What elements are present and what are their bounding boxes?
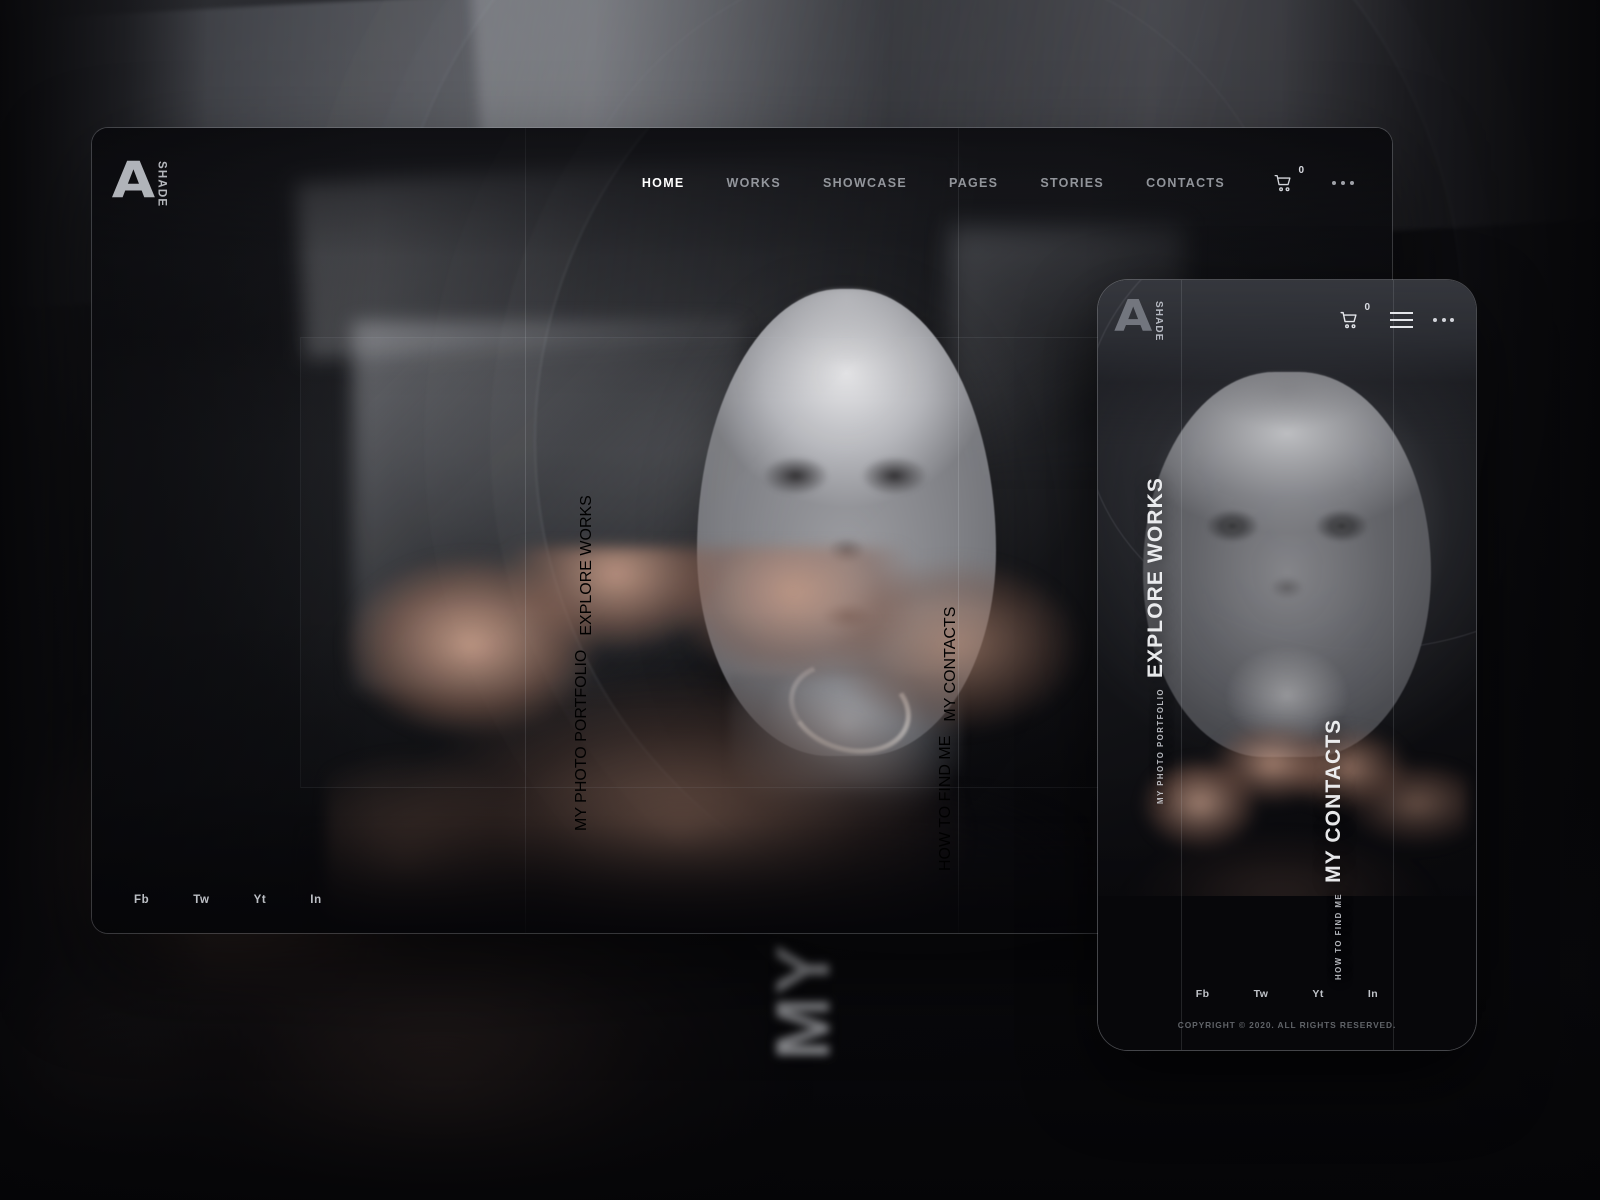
nav-item-pages[interactable]: PAGES <box>928 168 1019 198</box>
mobile-hero-right-title: MY CONTACTS <box>1322 718 1345 883</box>
desktop-hero-my-contacts[interactable]: HOW TO FIND ME MY CONTACTS <box>937 607 960 871</box>
desktop-hero-right-title: MY CONTACTS <box>942 606 959 722</box>
social-link-youtube[interactable]: Yt <box>232 886 289 914</box>
nav-item-stories[interactable]: STORIES <box>1019 168 1125 198</box>
mobile-footer: Fb Tw Yt In COPYRIGHT © 2020. ALL RIGHTS… <box>1098 968 1476 1050</box>
ellipsis-icon-dot-3 <box>1350 181 1354 185</box>
mobile-hero-portrait-details <box>1143 372 1431 758</box>
desktop-header: A SHADE HOME WORKS SHOWCASE PAGES STORIE… <box>92 128 1392 238</box>
ellipsis-icon-dot-1 <box>1332 181 1336 185</box>
shopping-cart-icon <box>1339 311 1357 328</box>
nav-item-works[interactable]: WORKS <box>706 168 802 198</box>
desktop-grid-line-1 <box>524 128 526 933</box>
cart-count-badge: 0 <box>1298 165 1304 176</box>
nav-item-contacts[interactable]: CONTACTS <box>1125 168 1246 198</box>
mobile-site-logo[interactable]: A SHADE <box>1114 290 1165 342</box>
mobile-logo-wordmark: SHADE <box>1153 300 1165 342</box>
desktop-more-menu-button[interactable] <box>1328 173 1358 193</box>
ellipsis-icon-dot-3 <box>1450 318 1454 322</box>
shopping-cart-icon <box>1274 174 1291 191</box>
social-link-instagram[interactable]: In <box>288 886 343 914</box>
nav-item-showcase[interactable]: SHOWCASE <box>802 168 928 198</box>
mobile-hero-explore-works[interactable]: MY PHOTO PORTFOLIO EXPLORE WORKS <box>1144 477 1168 804</box>
social-link-twitter[interactable]: Tw <box>171 886 231 914</box>
mobile-cart-count-badge: 0 <box>1364 302 1370 313</box>
mobile-header: A SHADE 0 <box>1098 280 1476 360</box>
mobile-social-link-twitter[interactable]: Tw <box>1232 984 1291 1004</box>
desktop-hero-left-eyebrow: MY PHOTO PORTFOLIO <box>573 649 590 831</box>
mobile-copyright-text: COPYRIGHT © 2020. ALL RIGHTS RESERVED. <box>1177 1020 1397 1030</box>
mobile-social-link-youtube[interactable]: Yt <box>1290 984 1346 1004</box>
desktop-main-nav: HOME WORKS SHOWCASE PAGES STORIES CONTAC… <box>621 165 1358 198</box>
site-logo[interactable]: A SHADE <box>111 150 168 209</box>
mobile-grid-line-1 <box>1181 280 1183 1050</box>
hamburger-icon-line-1 <box>1390 311 1413 314</box>
desktop-hero-left-title: EXPLORE WORKS <box>578 495 595 636</box>
mobile-social-link-instagram[interactable]: In <box>1346 984 1400 1004</box>
mobile-cart-button[interactable]: 0 <box>1334 302 1370 335</box>
ellipsis-icon-dot-2 <box>1441 318 1446 322</box>
desktop-glass-panel <box>300 337 1184 789</box>
social-link-facebook[interactable]: Fb <box>112 886 171 914</box>
mobile-hero-left-eyebrow: MY PHOTO PORTFOLIO <box>1156 688 1165 804</box>
hamburger-icon-line-2 <box>1390 318 1413 322</box>
logo-wordmark: SHADE <box>155 160 168 208</box>
mobile-grid-line-2 <box>1392 280 1394 1050</box>
mobile-header-actions: 0 <box>1312 302 1456 335</box>
mobile-hero-my-contacts[interactable]: HOW TO FIND ME MY CONTACTS <box>1322 719 1346 980</box>
mobile-hero-right-eyebrow: HOW TO FIND ME <box>1334 892 1343 980</box>
mobile-hero-left-title: EXPLORE WORKS <box>1144 477 1167 679</box>
logo-letter-a: A <box>111 150 155 209</box>
nav-item-home[interactable]: HOME <box>621 168 706 198</box>
desktop-hero-right-eyebrow: HOW TO FIND ME <box>937 735 954 871</box>
mobile-device-mockup: A SHADE 0 MY PHOTO PORTFOLIO EXPLORE WOR… <box>1098 280 1476 1050</box>
mobile-social-row: Fb Tw Yt In <box>1174 984 1400 1004</box>
screenshot-stage: EXPLORE WORKS MY CONTACTS A SHADE HOME W… <box>0 0 1600 1200</box>
ellipsis-icon-dot-1 <box>1433 318 1437 322</box>
cart-button[interactable]: 0 <box>1268 165 1304 198</box>
hamburger-icon-line-3 <box>1390 326 1413 329</box>
mobile-menu-button[interactable] <box>1390 308 1413 333</box>
mobile-social-link-facebook[interactable]: Fb <box>1174 984 1232 1004</box>
mobile-more-menu-button[interactable] <box>1431 312 1456 328</box>
mobile-logo-letter-a: A <box>1114 290 1152 342</box>
desktop-hero-explore-works[interactable]: MY PHOTO PORTFOLIO EXPLORE WORKS <box>573 495 596 831</box>
ellipsis-icon-dot-2 <box>1341 181 1345 185</box>
